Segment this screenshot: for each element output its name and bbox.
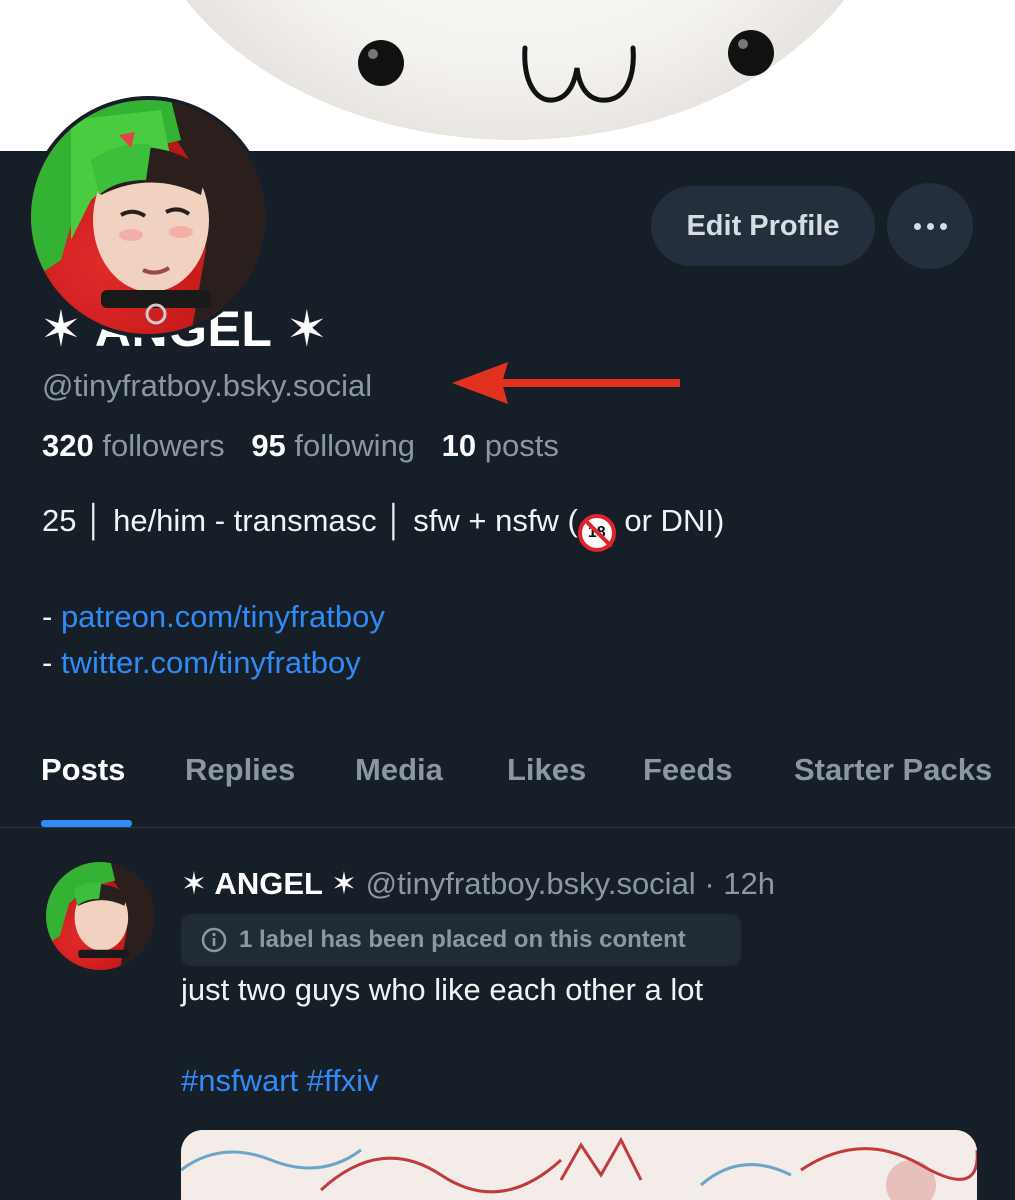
post-text: just two guys who like each other a lot [181, 972, 704, 1007]
tab-replies[interactable]: Replies [185, 752, 295, 788]
tab-likes[interactable]: Likes [507, 752, 586, 788]
bio-links: - patreon.com/tinyfratboy - twitter.com/… [42, 599, 385, 680]
more-dot-icon [913, 222, 921, 230]
banner-eye-right [728, 30, 774, 76]
post-author-name[interactable]: ✶ ANGEL ✶ [181, 866, 357, 901]
profile-bio: 25 │ he/him - transmasc │ sfw + nsfw (18… [42, 503, 724, 552]
tab-feeds[interactable]: Feeds [643, 752, 733, 788]
more-options-button[interactable] [887, 183, 973, 269]
tab-media[interactable]: Media [355, 752, 443, 788]
edit-profile-button[interactable]: Edit Profile [651, 186, 875, 266]
active-tab-indicator [41, 820, 132, 827]
twitter-link[interactable]: twitter.com/tinyfratboy [61, 645, 361, 680]
banner-mouth [522, 45, 636, 103]
profile-stats: 320 followers 95 following 10 posts [42, 428, 559, 464]
tab-posts[interactable]: Posts [41, 752, 125, 788]
profile-tabs: Posts Replies Media Likes Feeds Starter … [0, 748, 1015, 828]
post-timestamp[interactable]: 12h [723, 866, 775, 901]
tab-starter-packs[interactable]: Starter Packs [794, 752, 992, 788]
profile-avatar[interactable] [27, 96, 269, 338]
bio-text-end: or DNI) [615, 503, 725, 538]
bio-text: 25 │ he/him - transmasc │ sfw + nsfw ( [42, 503, 578, 538]
avatar-image [31, 100, 265, 334]
no-under-18-icon: 18 [577, 514, 616, 552]
post-image[interactable] [181, 1130, 977, 1200]
label-notice-text: 1 label has been placed on this content [239, 926, 686, 953]
content-label-notice[interactable]: 1 label has been placed on this content [181, 914, 741, 966]
post-header: ✶ ANGEL ✶ @tinyfratboy.bsky.social · 12h [181, 866, 775, 901]
post-hashtags[interactable]: #nsfwart #ffxiv [181, 1063, 379, 1099]
more-dot-icon [926, 222, 934, 230]
red-arrow-annotation-icon [452, 362, 680, 404]
following-stat[interactable]: 95 following [251, 428, 415, 463]
patreon-link[interactable]: patreon.com/tinyfratboy [61, 599, 385, 634]
profile-handle[interactable]: @tinyfratboy.bsky.social [42, 368, 372, 404]
followers-stat[interactable]: 320 followers [42, 428, 225, 463]
post-image-sketch [181, 1130, 977, 1200]
more-dot-icon [939, 222, 947, 230]
post-author-handle[interactable]: @tinyfratboy.bsky.social [366, 866, 696, 901]
avatar-illustration [31, 100, 265, 334]
posts-stat: 10 posts [441, 428, 559, 463]
info-icon [201, 927, 227, 953]
banner-eye-left [358, 40, 404, 86]
post-avatar-illustration [46, 862, 154, 970]
post-avatar[interactable] [46, 862, 154, 970]
